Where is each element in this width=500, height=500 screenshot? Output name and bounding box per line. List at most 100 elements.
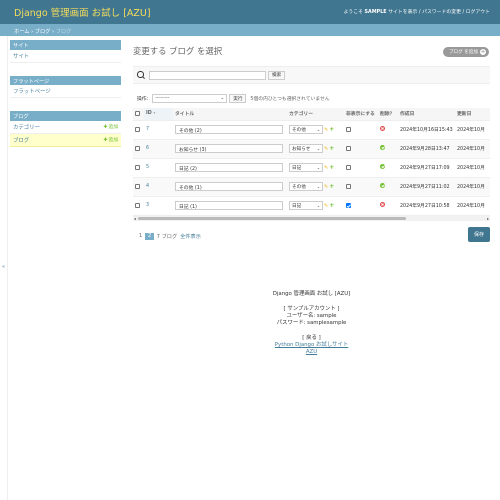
column-header-updated[interactable]: 更新日 [455,108,490,121]
cross-circle-icon [380,126,385,131]
change-password-link[interactable]: パスワードの変更 [422,10,461,15]
chevron-down-icon: ⌄ [316,203,320,208]
add-blog-button[interactable]: ブログ を追加 + [442,47,489,57]
view-site-link[interactable]: サイトを表示 [388,10,417,15]
title-input[interactable]: 日記 (1) [175,200,283,210]
sidebar-item-sites[interactable]: サイト [10,50,121,63]
sidebar-item-blog[interactable]: ブログ ✚追加 [10,133,121,147]
footer-password: パスワード: samplesample [276,320,347,327]
column-header-created[interactable]: 作成日 [398,108,455,121]
column-header-id[interactable]: ID ▾ [144,108,173,121]
category-select[interactable]: その他 ⌄ [289,125,323,134]
table-row: 5 日記 (2) 日記 ⌄ ✎+ 2024年9月27日17:09 2024年10月 [133,158,490,177]
hidden-checkbox[interactable] [346,164,351,170]
edit-pencil-icon[interactable]: ✎ [324,184,328,190]
column-header-deleted[interactable]: 削除？ [378,108,398,121]
category-select[interactable]: その他 ⌄ [289,182,323,191]
category-select[interactable]: お知らせ ⌄ [289,144,323,153]
sort-icon: ▾ [153,111,156,116]
hidden-checkbox[interactable] [346,145,351,151]
footer-back: [ 戻る ] [302,334,321,341]
hidden-checkbox[interactable] [346,202,351,208]
breadcrumb-app[interactable]: ブログ [35,29,51,35]
row-id-link[interactable]: 7 [146,127,149,132]
results-table-container: ID ▾ タイトル カテゴリー 非表示にする 削除？ 作成日 更新日 7 その他 … [133,108,490,216]
created-date: 2024年10月16日15:43 [400,128,453,133]
sidebar-item-category[interactable]: カテゴリー ✚追加 [10,121,121,134]
footer: Django 管理画面 お試し [AZU] [ サンプルアカウント ] ユーザー… [133,291,490,357]
title-input[interactable]: お知らせ (3) [175,143,283,153]
header: Django 管理画面 お試し [AZU] ようこそ SAMPLE サイトを表示… [0,0,500,24]
hidden-checkbox[interactable] [346,183,351,189]
selection-count: 5個の内ひとつも選択されていません [250,97,330,102]
collapse-icon[interactable]: « [2,264,5,270]
created-date: 2024年9月27日10:58 [400,204,450,209]
updated-date: 2024年10月 [457,147,485,152]
scroll-right-icon[interactable]: ▸ [487,216,489,221]
add-plus-icon[interactable]: + [329,183,334,190]
row-select-checkbox[interactable] [135,202,140,208]
sidebar-item-flatpages[interactable]: フラットページ [10,85,121,98]
search-input[interactable] [149,70,266,80]
search-button[interactable]: 検索 [268,70,286,80]
module-caption[interactable]: サイト [10,40,121,50]
plus-icon: + [480,48,486,55]
add-plus-icon[interactable]: + [329,126,334,133]
category-select[interactable]: 日記 ⌄ [289,163,323,172]
module-caption[interactable]: ブログ [10,111,121,121]
edit-pencil-icon[interactable]: ✎ [324,146,328,152]
show-all-link[interactable]: 全件表示 [180,233,201,240]
add-plus-icon[interactable]: + [329,164,334,171]
row-id-link[interactable]: 4 [146,184,149,189]
action-label: 操作: [137,97,149,102]
table-header-row: ID ▾ タイトル カテゴリー 非表示にする 削除？ 作成日 更新日 [133,108,490,121]
footer-site-link[interactable]: Python Django お試しサイト [275,342,348,348]
page-title: 変更する ブログ を選択 [133,46,223,56]
sidebar-item-label[interactable]: カテゴリー [13,123,40,131]
hidden-checkbox[interactable] [346,126,351,132]
sidebar-item-label[interactable]: サイト [13,52,29,60]
edit-pencil-icon[interactable]: ✎ [324,127,328,133]
column-header-hidden[interactable]: 非表示にする [344,108,378,121]
add-blog-link[interactable]: ✚追加 [103,136,118,143]
column-header-category[interactable]: カテゴリー [287,108,344,121]
title-input[interactable]: 日記 (2) [175,162,283,172]
save-button[interactable]: 保存 [468,227,490,242]
row-select-checkbox[interactable] [135,183,140,189]
add-category-link[interactable]: ✚追加 [103,123,118,130]
page-1-link[interactable]: 1 [139,233,142,239]
row-id-link[interactable]: 5 [146,165,149,170]
scrollbar-thumb[interactable] [138,217,406,220]
horizontal-scrollbar[interactable]: ◂ ▸ [133,216,490,221]
site-branding[interactable]: Django 管理画面 お試し [AZU] [14,5,151,19]
row-select-checkbox[interactable] [135,164,140,170]
select-all-checkbox[interactable] [135,110,140,116]
edit-pencil-icon[interactable]: ✎ [324,203,328,209]
title-input[interactable]: その他 (2) [175,124,283,134]
footer-azu-link[interactable]: AZU [306,349,317,355]
add-plus-icon[interactable]: + [329,202,334,209]
created-date: 2024年9月27日17:09 [400,166,450,171]
column-header-title[interactable]: タイトル [173,108,287,121]
breadcrumb-home[interactable]: ホーム [14,29,29,35]
run-action-button[interactable]: 実行 [229,94,247,103]
sidebar-item-label[interactable]: フラットページ [13,87,51,95]
logout-link[interactable]: ログアウト [466,10,490,15]
row-select-checkbox[interactable] [135,126,140,132]
action-select[interactable]: --------- ⌄ [152,94,228,103]
category-select[interactable]: 日記 ⌄ [289,201,323,210]
row-select-checkbox[interactable] [135,145,140,151]
module-flatpages: フラットページ フラットページ [10,75,121,98]
module-caption[interactable]: フラットページ [10,75,121,85]
updated-date: 2024年10月 [457,128,485,133]
scroll-left-icon[interactable]: ◂ [134,216,136,221]
check-circle-icon [380,145,385,150]
row-id-link[interactable]: 6 [146,146,149,151]
sidebar-item-label[interactable]: ブログ [13,136,29,144]
row-id-link[interactable]: 3 [146,203,149,208]
edit-pencil-icon[interactable]: ✎ [324,165,328,171]
add-plus-icon[interactable]: + [329,145,334,152]
sidebar-toggle[interactable]: « [0,36,8,500]
table-row: 6 お知らせ (3) お知らせ ⌄ ✎+ 2024年9月28日13:47 2024年10月 [133,139,490,158]
title-input[interactable]: その他 (1) [175,181,283,191]
